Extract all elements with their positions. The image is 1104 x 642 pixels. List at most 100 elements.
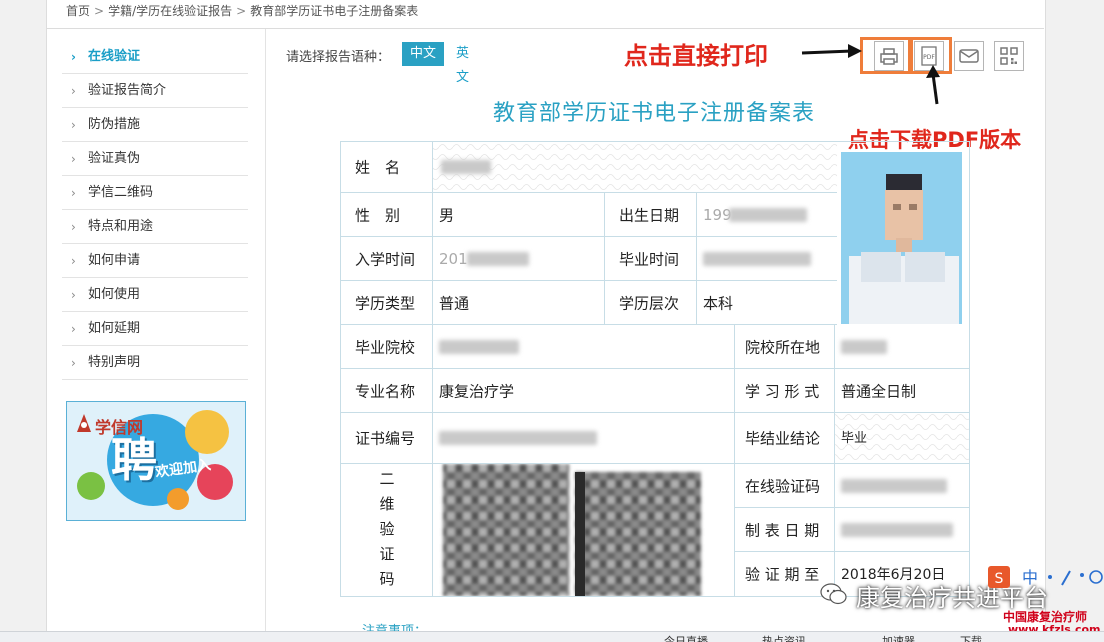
breadcrumb-report[interactable]: 学籍/学历在线验证报告 — [108, 2, 232, 19]
redacted-value — [841, 478, 947, 493]
sidebar-item-anti-fake[interactable]: › 防伪措施 — [62, 108, 248, 142]
annotation-arrow-right-icon — [801, 44, 862, 58]
wechat-icon — [820, 583, 847, 605]
browser-status-bar: 今日直播 热点资讯 加速器 下载 — [0, 631, 1104, 642]
value-edu-level: 本科 — [697, 281, 837, 325]
sidebar-item-report-intro[interactable]: › 验证报告简介 — [62, 74, 248, 108]
redacted-value — [441, 160, 491, 174]
breadcrumb: 首页 > 学籍/学历在线验证报告 > 教育部学历证书电子注册备案表 — [66, 2, 419, 19]
sidebar-item-label: 如何申请 — [88, 253, 141, 268]
print-highlight-box — [860, 37, 911, 74]
redacted-value — [439, 431, 597, 445]
chevron-right-icon: › — [71, 356, 76, 370]
annotation-print: 点击直接打印 — [624, 42, 768, 70]
portrait-image — [841, 152, 962, 324]
sidebar-item-how-apply[interactable]: › 如何申请 — [62, 244, 248, 278]
label-conclusion: 毕结业结论 — [735, 413, 835, 464]
banner-headline: 聘 — [111, 433, 157, 487]
chevron-right-icon: › — [71, 152, 76, 166]
value-qrcode — [433, 464, 735, 596]
value-birth-date: 199 — [697, 193, 837, 237]
qr-icon — [1000, 47, 1018, 65]
sidebar-item-how-extend[interactable]: › 如何延期 — [62, 312, 248, 346]
chevron-right-icon: › — [71, 186, 76, 200]
chevron-right-icon: › — [71, 254, 76, 268]
label-enroll-date: 入学时间 — [341, 237, 433, 281]
redacted-value — [841, 522, 953, 537]
sidebar-item-verify-authenticity[interactable]: › 验证真伪 — [62, 142, 248, 176]
student-photo — [841, 152, 962, 324]
sidebar-item-label: 特点和用途 — [88, 219, 154, 234]
label-qrcode: 二 维 验 证 码 — [341, 464, 433, 596]
banner-circle — [77, 472, 105, 500]
mail-icon — [959, 49, 979, 63]
email-button[interactable] — [954, 41, 984, 71]
language-prompt: 请选择报告语种： — [286, 50, 391, 65]
label-edu-type: 学历类型 — [341, 281, 433, 325]
redacted-value — [841, 339, 887, 354]
label-major: 专业名称 — [341, 369, 433, 413]
value-study-form: 普通全日制 — [835, 369, 969, 413]
sidebar-item-label: 验证报告简介 — [88, 83, 167, 98]
chevron-right-icon: › — [71, 84, 76, 98]
value-name — [433, 142, 837, 193]
label-cert-no: 证书编号 — [341, 413, 433, 464]
recruitment-banner[interactable]: 学信网 聘 欢迎加入 — [66, 401, 246, 521]
sidebar-divider — [265, 29, 266, 641]
sidebar-item-label: 特别声明 — [88, 355, 141, 370]
sidebar-item-features[interactable]: › 特点和用途 — [62, 210, 248, 244]
sidebar-item-label: 学信二维码 — [88, 185, 154, 200]
redacted-value — [467, 251, 529, 266]
chevron-right-icon: › — [71, 322, 76, 336]
sidebar-item-label: 如何延期 — [88, 321, 141, 336]
label-birth-date: 出生日期 — [605, 193, 697, 237]
label-name: 姓 名 — [341, 142, 433, 193]
label-gender: 性 别 — [341, 193, 433, 237]
redacted-value — [729, 207, 807, 222]
sidebar-item-online-verify[interactable]: › 在线验证 — [62, 40, 248, 74]
sidebar-item-label: 验证真伪 — [88, 151, 141, 166]
chevron-right-icon: › — [71, 50, 76, 64]
value-school — [433, 325, 735, 369]
language-option-chinese[interactable]: 中文 — [402, 42, 444, 66]
chevron-right-icon: › — [71, 118, 76, 132]
svg-text:中: 中 — [1022, 568, 1038, 587]
value-graduate-date — [697, 237, 837, 281]
sidebar-item-label: 如何使用 — [88, 287, 141, 302]
chevron-right-icon: › — [71, 288, 76, 302]
sidebar-item-qrcode[interactable]: › 学信二维码 — [62, 176, 248, 210]
sidebar-item-how-use[interactable]: › 如何使用 — [62, 278, 248, 312]
qrcode-button[interactable] — [994, 41, 1024, 71]
svg-text:S: S — [995, 571, 1004, 587]
redacted-value — [439, 339, 519, 354]
label-edu-level: 学历层次 — [605, 281, 697, 325]
report-table: 姓 名 性 别 男 出生日期 199 入学时间 201 毕业时间 学历类型 普通… — [340, 141, 970, 597]
label-online-code: 在线验证码 — [735, 464, 835, 508]
top-divider — [47, 28, 1044, 29]
chevron-right-icon: › — [71, 220, 76, 234]
value-made-date — [835, 508, 969, 552]
sidebar-item-label: 防伪措施 — [88, 117, 141, 132]
language-option-english[interactable]: 英文 — [456, 42, 469, 85]
sidebar-item-statement[interactable]: › 特别声明 — [62, 346, 248, 380]
report-title: 教育部学历证书电子注册备案表 — [492, 101, 815, 126]
label-school: 毕业院校 — [341, 325, 433, 369]
sidebar-nav: › 在线验证 › 验证报告简介 › 防伪措施 › 验证真伪 › 学信二维码 › 特点和用途 … — [62, 40, 248, 380]
breadcrumb-home[interactable]: 首页 — [66, 2, 90, 19]
banner-circle — [185, 410, 229, 454]
chsi-logo-icon — [77, 414, 91, 432]
redacted-value — [703, 251, 811, 266]
banner-circle — [167, 488, 189, 510]
sogou-toolbar-icons: S 中 — [988, 566, 1103, 588]
breadcrumb-current: 教育部学历证书电子注册备案表 — [250, 4, 419, 18]
value-cert-no — [433, 413, 735, 464]
sidebar-item-label: 在线验证 — [88, 49, 141, 64]
label-graduate-date: 毕业时间 — [605, 237, 697, 281]
label-made-date: 制 表 日 期 — [735, 508, 835, 552]
value-edu-type: 普通 — [433, 281, 605, 325]
value-school-location — [835, 325, 969, 369]
value-major: 康复治疗学 — [433, 369, 735, 413]
value-enroll-date: 201 — [433, 237, 605, 281]
value-conclusion: 毕业 — [835, 413, 969, 464]
label-study-form: 学 习 形 式 — [735, 369, 835, 413]
